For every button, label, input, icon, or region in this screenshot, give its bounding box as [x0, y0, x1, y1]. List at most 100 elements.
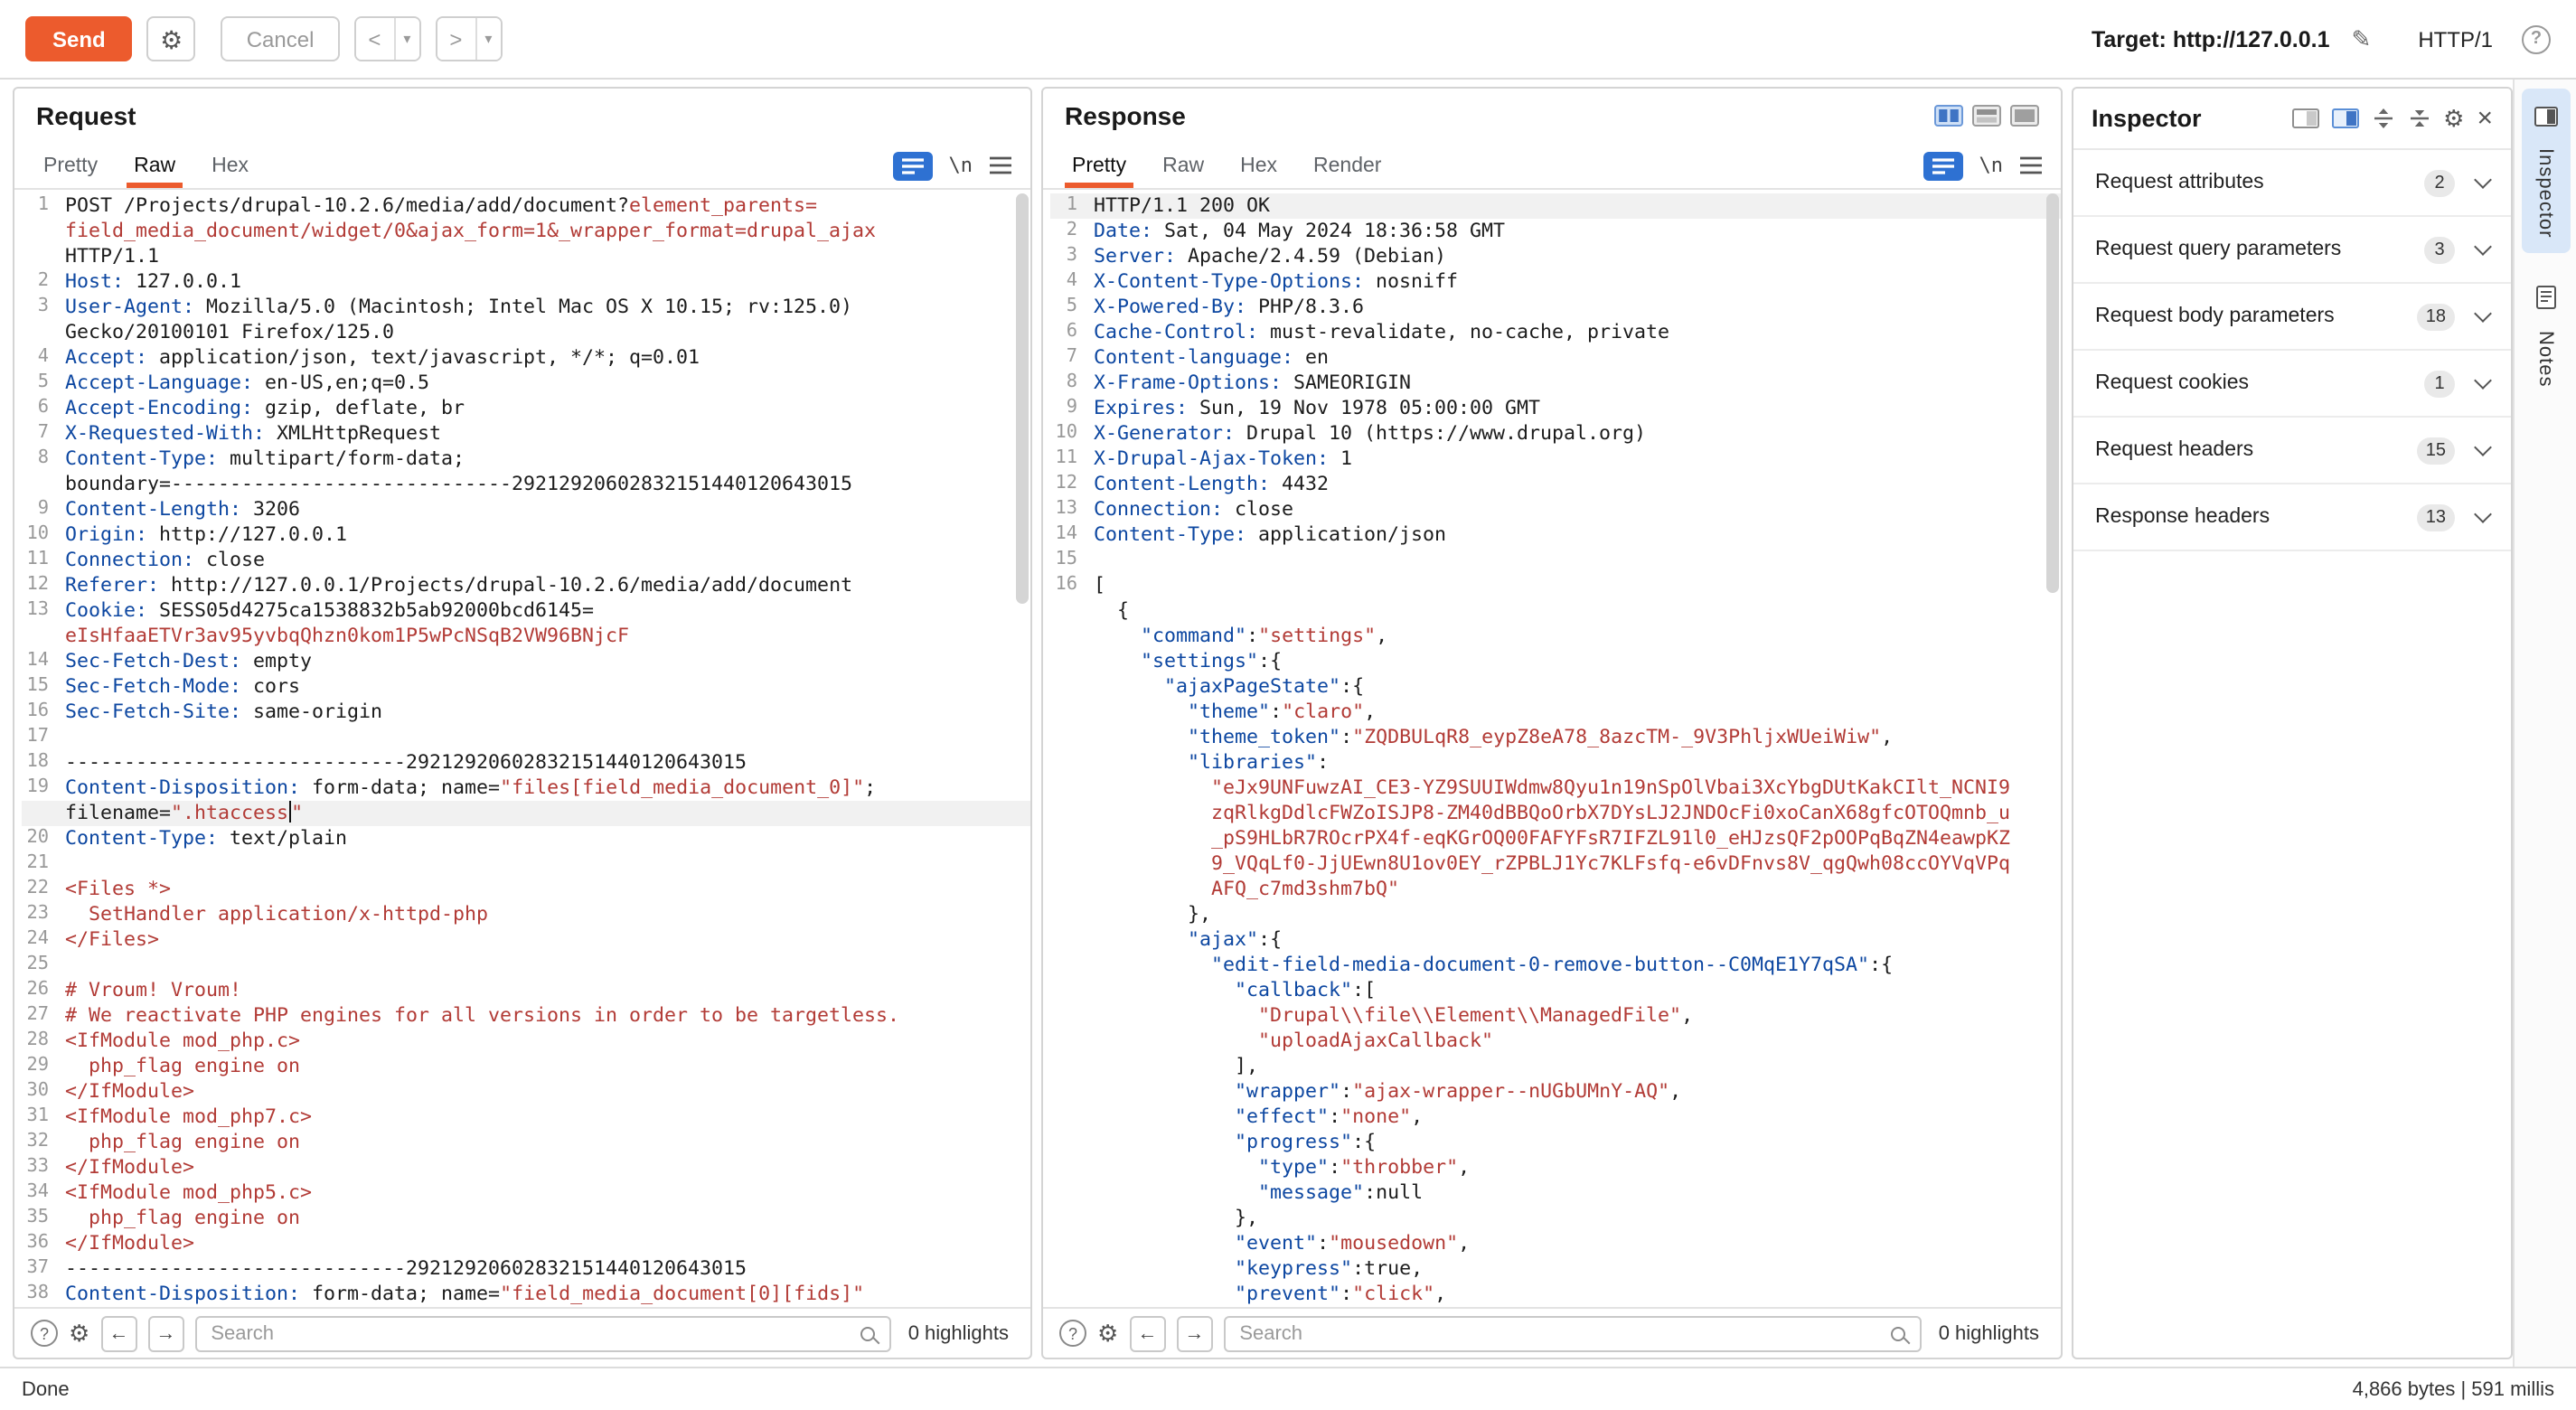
- chevron-down-icon: [2474, 437, 2492, 456]
- chevron-down-icon: ▾: [403, 31, 410, 47]
- inspector-sections: Request attributes2Request query paramet…: [2073, 150, 2511, 551]
- forward-history-dropdown[interactable]: ▾: [475, 18, 500, 60]
- request-panel: Request Pretty Raw Hex \n 1POST /Pr: [13, 87, 1032, 1359]
- line-number: 12: [22, 573, 65, 598]
- inspector-strip-label: Inspector: [2534, 148, 2556, 239]
- code-line: 8Content-Type: multipart/form-data;: [22, 446, 1030, 472]
- line-number: [22, 624, 65, 649]
- tab-response-pretty[interactable]: Pretty: [1054, 143, 1144, 188]
- http-version-label[interactable]: HTTP/1: [2418, 26, 2493, 52]
- search-prev-button[interactable]: ←: [1129, 1315, 1165, 1351]
- code-line: 4Accept: application/json, text/javascri…: [22, 345, 1030, 371]
- code-line: eIsHfaaETVr3av95yvbqQhzn0kom1P5wPcNSqB2V…: [22, 624, 1030, 649]
- count-badge: 3: [2424, 236, 2455, 263]
- search-next-button[interactable]: →: [147, 1315, 183, 1351]
- line-number: [1050, 877, 1094, 902]
- tab-request-pretty[interactable]: Pretty: [25, 143, 116, 188]
- back-button-group: < ▾: [353, 16, 420, 61]
- inspector-section-request-query-parameters[interactable]: Request query parameters3: [2073, 217, 2511, 284]
- inspector-section-request-attributes[interactable]: Request attributes2: [2073, 150, 2511, 217]
- search-settings-icon[interactable]: ⚙: [1097, 1319, 1118, 1348]
- help-icon[interactable]: ?: [2522, 24, 2551, 53]
- request-editor[interactable]: 1POST /Projects/drupal-10.2.6/media/add/…: [14, 190, 1030, 1307]
- code-line: 1POST /Projects/drupal-10.2.6/media/add/…: [22, 193, 1030, 219]
- chevron-down-icon: [2474, 371, 2492, 389]
- search-next-button[interactable]: →: [1176, 1315, 1212, 1351]
- search-prev-button[interactable]: ←: [100, 1315, 136, 1351]
- editor-menu-button[interactable]: [2019, 155, 2043, 175]
- request-tabs: Pretty Raw Hex \n: [14, 143, 1030, 190]
- code-line: 9Expires: Sun, 19 Nov 1978 05:00:00 GMT: [1050, 396, 2061, 421]
- search-options-icon[interactable]: ?: [31, 1320, 58, 1347]
- code-line: 25: [22, 953, 1030, 978]
- scrollbar-thumb[interactable]: [1016, 193, 1029, 604]
- inspector-dock-right-button[interactable]: [2331, 108, 2358, 128]
- search-options-icon[interactable]: ?: [1059, 1320, 1086, 1347]
- search-field-wrap: [1223, 1315, 1922, 1351]
- line-number: [1050, 674, 1094, 700]
- code-line: "type":"throbber",: [1050, 1155, 2061, 1180]
- line-number: [1050, 953, 1094, 978]
- inspector-settings-button[interactable]: ⚙: [2443, 107, 2464, 130]
- tab-request-hex[interactable]: Hex: [193, 143, 267, 188]
- response-scrollbar[interactable]: [2046, 193, 2059, 1303]
- expand-all-button[interactable]: [2371, 108, 2394, 128]
- code-line: "edit-field-media-document-0-remove-butt…: [1050, 953, 2061, 978]
- line-number: [1050, 1256, 1094, 1282]
- code-line: 2Date: Sat, 04 May 2024 18:36:58 GMT: [1050, 219, 2061, 244]
- layout-rows-button[interactable]: [1972, 105, 2001, 127]
- code-line: 27# We reactivate PHP engines for all ve…: [22, 1003, 1030, 1029]
- tab-response-render[interactable]: Render: [1295, 143, 1399, 188]
- inspector-section-request-cookies[interactable]: Request cookies1: [2073, 351, 2511, 418]
- inspector-strip-tab[interactable]: Inspector: [2521, 89, 2570, 253]
- history-forward-button[interactable]: >: [437, 18, 475, 60]
- inspector-section-response-headers[interactable]: Response headers13: [2073, 484, 2511, 551]
- search-settings-icon[interactable]: ⚙: [69, 1319, 89, 1348]
- line-number: [1050, 776, 1094, 801]
- layout-columns-button[interactable]: [1934, 105, 1963, 127]
- line-number: [22, 320, 65, 345]
- line-number: 7: [1050, 345, 1094, 371]
- code-line: 30</IfModule>: [22, 1079, 1030, 1104]
- response-search-input[interactable]: [1223, 1315, 1922, 1351]
- chevron-down-icon: [2474, 170, 2492, 188]
- section-label: Request body parameters: [2095, 306, 2417, 327]
- layout-single-button[interactable]: [2010, 105, 2039, 127]
- line-number: 35: [22, 1206, 65, 1231]
- inspector-dock-left-button[interactable]: [2291, 108, 2318, 128]
- soft-wrap-toggle[interactable]: [893, 151, 933, 180]
- inspector-panel-icon: [2534, 103, 2557, 136]
- request-search-bar: ? ⚙ ← → 0 highlights: [14, 1307, 1030, 1358]
- edit-target-icon[interactable]: ✎: [2352, 24, 2372, 53]
- line-number: 21: [22, 851, 65, 877]
- inspector-close-button[interactable]: ×: [2477, 105, 2493, 132]
- notes-strip-tab[interactable]: Notes: [2521, 271, 2570, 402]
- response-editor[interactable]: 1HTTP/1.1 200 OK2Date: Sat, 04 May 2024 …: [1043, 190, 2061, 1307]
- code-line: 23 SetHandler application/x-httpd-php: [22, 902, 1030, 927]
- request-settings-button[interactable]: ⚙: [147, 16, 196, 61]
- request-search-input[interactable]: [194, 1315, 891, 1351]
- editor-menu-button[interactable]: [989, 155, 1012, 175]
- collapse-all-button[interactable]: [2407, 108, 2430, 128]
- show-newlines-toggle[interactable]: \n: [1979, 154, 2004, 177]
- back-history-dropdown[interactable]: ▾: [393, 18, 418, 60]
- line-number: [1050, 927, 1094, 953]
- tab-response-hex[interactable]: Hex: [1222, 143, 1295, 188]
- line-number: 10: [22, 522, 65, 548]
- show-newlines-toggle[interactable]: \n: [949, 154, 973, 177]
- scrollbar-thumb[interactable]: [2046, 193, 2059, 593]
- inspector-section-request-headers[interactable]: Request headers15: [2073, 418, 2511, 484]
- code-line: "settings":{: [1050, 649, 2061, 674]
- send-button[interactable]: Send: [25, 16, 133, 61]
- inspector-section-request-body-parameters[interactable]: Request body parameters18: [2073, 284, 2511, 351]
- line-number: 8: [1050, 371, 1094, 396]
- cancel-button[interactable]: Cancel: [221, 16, 340, 61]
- section-label: Request query parameters: [2095, 239, 2424, 260]
- tab-response-raw[interactable]: Raw: [1144, 143, 1222, 188]
- code-line: "event":"mousedown",: [1050, 1231, 2061, 1256]
- history-back-button[interactable]: <: [355, 18, 393, 60]
- tab-request-raw[interactable]: Raw: [116, 143, 193, 188]
- layout-single-icon: [2010, 105, 2039, 127]
- soft-wrap-toggle[interactable]: [1923, 151, 1963, 180]
- request-scrollbar[interactable]: [1016, 193, 1029, 1303]
